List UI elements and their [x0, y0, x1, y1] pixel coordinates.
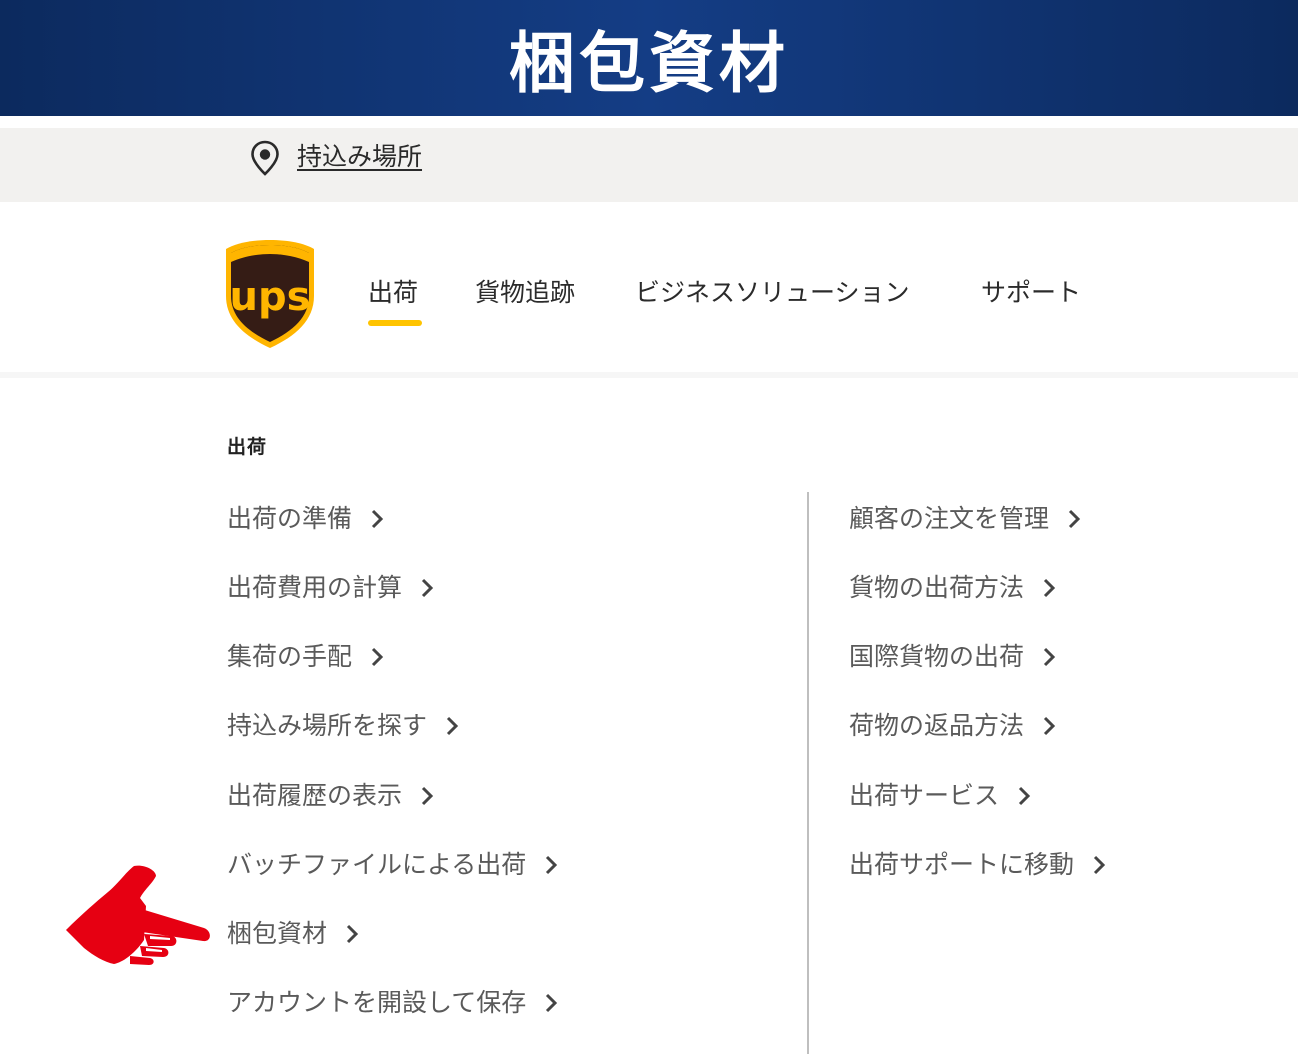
pointing-hand-icon: [66, 865, 210, 965]
menu-item-label: 集荷の手配: [227, 642, 353, 671]
chevron-right-icon: [446, 716, 459, 736]
chevron-right-icon: [371, 647, 384, 667]
chevron-right-icon: [1018, 786, 1031, 806]
banner-title: 梱包資材: [509, 25, 789, 102]
menu-item-shipping-history[interactable]: 出荷履歴の表示: [227, 779, 438, 813]
chevron-right-icon: [1043, 647, 1056, 667]
menu-item-label: 梱包資材: [227, 919, 328, 948]
menu-item-label: 出荷費用の計算: [227, 573, 403, 602]
menu-item-label: アカウントを開設して保存: [227, 988, 527, 1017]
chevron-right-icon: [346, 924, 359, 944]
menu-item-label: 出荷サポートに移動: [849, 850, 1075, 879]
chevron-right-icon: [1093, 855, 1106, 875]
chevron-right-icon: [1068, 509, 1081, 529]
menu-item-shipping-support[interactable]: 出荷サポートに移動: [849, 848, 1110, 882]
active-tab-indicator: [368, 320, 422, 326]
dropoff-location-link[interactable]: 持込み場所: [297, 140, 422, 174]
menu-item-label: 国際貨物の出荷: [849, 642, 1025, 671]
menu-item-batch-file-shipping[interactable]: バッチファイルによる出荷: [227, 848, 562, 882]
menu-item-prepare-shipment[interactable]: 出荷の準備: [227, 502, 388, 536]
nav-tab-business-solutions[interactable]: ビジネスソリューション: [635, 276, 910, 310]
menu-item-international-freight[interactable]: 国際貨物の出荷: [849, 640, 1060, 674]
chevron-right-icon: [421, 786, 434, 806]
menu-item-label: 持込み場所を探す: [227, 711, 428, 740]
column-divider: [807, 492, 809, 1054]
nav-tab-shipping[interactable]: 出荷: [368, 276, 418, 310]
menu-item-shipping-services[interactable]: 出荷サービス: [849, 779, 1035, 813]
menu-item-manage-orders[interactable]: 顧客の注文を管理: [849, 502, 1085, 536]
location-pin-icon[interactable]: [250, 140, 280, 176]
menu-item-label: 出荷サービス: [849, 781, 1000, 810]
menu-item-label: 出荷履歴の表示: [227, 781, 403, 810]
menu-item-label: 貨物の出荷方法: [849, 573, 1025, 602]
menu-item-schedule-pickup[interactable]: 集荷の手配: [227, 640, 388, 674]
menu-item-label: 荷物の返品方法: [849, 711, 1025, 740]
menu-item-open-account[interactable]: アカウントを開設して保存: [227, 986, 562, 1020]
menu-item-packaging-supplies[interactable]: 梱包資材: [227, 917, 363, 951]
chevron-right-icon: [371, 509, 384, 529]
location-bar: 持込み場所: [0, 128, 1298, 202]
chevron-right-icon: [546, 993, 558, 1013]
chevron-right-icon: [1043, 716, 1056, 736]
chevron-right-icon: [546, 855, 558, 875]
site-header: ups 出荷 貨物追跡 ビジネスソリューション サポート: [0, 202, 1298, 372]
menu-item-label: 出荷の準備: [227, 504, 353, 533]
menu-item-freight-shipping[interactable]: 貨物の出荷方法: [849, 571, 1060, 605]
nav-tab-tracking[interactable]: 貨物追跡: [475, 276, 575, 310]
nav-tab-support[interactable]: サポート: [981, 276, 1081, 310]
ups-logo[interactable]: ups: [222, 238, 318, 350]
menu-item-label: 顧客の注文を管理: [849, 504, 1050, 533]
chevron-right-icon: [1043, 578, 1056, 598]
top-banner: 梱包資材: [0, 0, 1298, 116]
menu-item-returns[interactable]: 荷物の返品方法: [849, 709, 1060, 743]
menu-item-calculate-cost[interactable]: 出荷費用の計算: [227, 571, 438, 605]
header-separator: [0, 372, 1298, 378]
chevron-right-icon: [421, 578, 434, 598]
menu-item-find-dropoff[interactable]: 持込み場所を探す: [227, 709, 463, 743]
logo-text: ups: [230, 274, 311, 320]
menu-item-label: バッチファイルによる出荷: [227, 850, 527, 879]
menu-section-label: 出荷: [227, 436, 268, 458]
